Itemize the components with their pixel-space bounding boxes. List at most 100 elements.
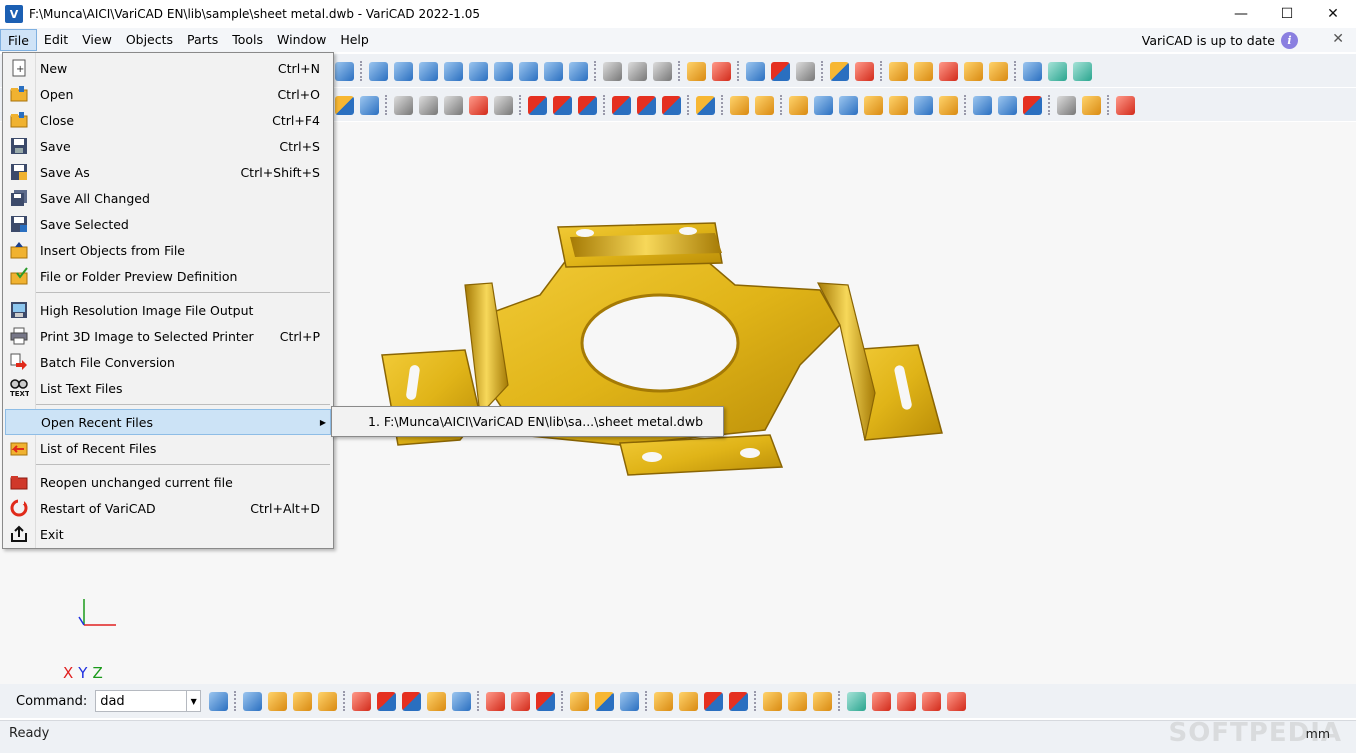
menu-item-insert-objects[interactable]: Insert Objects from File bbox=[5, 237, 331, 263]
chamfer-icon[interactable] bbox=[494, 95, 513, 115]
cut-remove-icon[interactable] bbox=[662, 95, 681, 115]
sheet-metal-part[interactable] bbox=[370, 215, 950, 480]
query-s2-icon[interactable] bbox=[939, 61, 958, 81]
move-solid-icon[interactable] bbox=[755, 95, 774, 115]
shell-icon[interactable] bbox=[360, 95, 379, 115]
layer-move-icon[interactable] bbox=[536, 691, 556, 711]
command-dropdown-icon[interactable]: ▼ bbox=[187, 690, 202, 712]
menu-parts[interactable]: Parts bbox=[180, 29, 225, 51]
group-icon[interactable] bbox=[763, 691, 783, 711]
bolt-icon[interactable] bbox=[444, 95, 463, 115]
undo-transform-icon[interactable] bbox=[914, 95, 933, 115]
menu-item-open[interactable]: Open Ctrl+O bbox=[5, 81, 331, 107]
menu-objects[interactable]: Objects bbox=[119, 29, 180, 51]
redo-icon[interactable] bbox=[335, 61, 354, 81]
menu-file[interactable]: File bbox=[0, 29, 37, 51]
menu-item-reopen[interactable]: Reopen unchanged current file bbox=[5, 469, 331, 495]
layer-icon[interactable] bbox=[486, 691, 506, 711]
prism-solid-icon[interactable] bbox=[419, 61, 438, 81]
import-icon[interactable] bbox=[654, 691, 674, 711]
group-remove-icon[interactable] bbox=[813, 691, 833, 711]
query-j-icon[interactable] bbox=[964, 61, 983, 81]
export-solid-icon[interactable] bbox=[679, 691, 699, 711]
menu-item-open-recent[interactable]: Open Recent Files ▶ bbox=[5, 409, 331, 435]
solid-view-icon[interactable] bbox=[243, 691, 263, 711]
text-3d-icon[interactable] bbox=[318, 691, 338, 711]
reposition-icon[interactable] bbox=[1082, 95, 1101, 115]
mirror-solid-icon[interactable] bbox=[889, 95, 908, 115]
display-icon[interactable] bbox=[1023, 61, 1042, 81]
multiple-copy-icon[interactable] bbox=[796, 61, 815, 81]
group-add-icon[interactable] bbox=[788, 691, 808, 711]
thread-icon[interactable] bbox=[603, 61, 622, 81]
menu-item-save-as[interactable]: Save As Ctrl+Shift+S bbox=[5, 159, 331, 185]
sphere-solid-icon[interactable] bbox=[569, 61, 588, 81]
cut-subtract-icon[interactable] bbox=[637, 95, 656, 115]
copy-transform-icon[interactable] bbox=[771, 61, 790, 81]
menu-item-exit[interactable]: Exit bbox=[5, 521, 331, 547]
assembly-tree-icon[interactable] bbox=[377, 691, 397, 711]
units-indicator[interactable]: mm bbox=[1306, 726, 1330, 741]
material-icon[interactable] bbox=[989, 61, 1008, 81]
open-folder-icon[interactable] bbox=[570, 691, 590, 711]
edit-shape-icon[interactable] bbox=[789, 95, 808, 115]
menu-window[interactable]: Window bbox=[270, 29, 333, 51]
menu-edit[interactable]: Edit bbox=[37, 29, 75, 51]
maximize-button[interactable]: ☐ bbox=[1264, 0, 1310, 28]
export-icon[interactable] bbox=[209, 691, 229, 711]
box-solid-icon[interactable] bbox=[369, 61, 388, 81]
rotate-icon[interactable] bbox=[839, 95, 858, 115]
part-list-icon[interactable] bbox=[1116, 95, 1135, 115]
spring-icon[interactable] bbox=[653, 61, 672, 81]
remove-solid-icon[interactable] bbox=[578, 95, 597, 115]
menu-item-list-recent[interactable]: List of Recent Files bbox=[5, 435, 331, 461]
close-window-button[interactable]: ✕ bbox=[1310, 0, 1356, 28]
bent-tube-icon[interactable] bbox=[544, 61, 563, 81]
transform-icon[interactable] bbox=[746, 61, 765, 81]
query-s-icon[interactable] bbox=[914, 61, 933, 81]
check-icon[interactable] bbox=[847, 691, 867, 711]
query-v-icon[interactable] bbox=[889, 61, 908, 81]
cube-view-icon[interactable] bbox=[1057, 95, 1076, 115]
subtract-solid-icon[interactable] bbox=[553, 95, 572, 115]
position-icon[interactable] bbox=[814, 95, 833, 115]
menu-item-save-selected[interactable]: Save Selected bbox=[5, 211, 331, 237]
zoom-all-icon[interactable] bbox=[1073, 61, 1092, 81]
menu-item-print-3d[interactable]: Print 3D Image to Selected Printer Ctrl+… bbox=[5, 323, 331, 349]
menu-item-close[interactable]: Close Ctrl+F4 bbox=[5, 107, 331, 133]
cancel-check-icon[interactable] bbox=[872, 691, 892, 711]
delete-solid-icon[interactable] bbox=[704, 691, 724, 711]
edit-solid-icon[interactable] bbox=[730, 95, 749, 115]
menu-view[interactable]: View bbox=[75, 29, 119, 51]
axis-align-icon[interactable] bbox=[973, 95, 992, 115]
menu-item-new[interactable]: + New Ctrl+N bbox=[5, 55, 331, 81]
blend-icon[interactable] bbox=[855, 61, 874, 81]
menu-help[interactable]: Help bbox=[333, 29, 376, 51]
minimize-button[interactable]: — bbox=[1218, 0, 1264, 28]
menu-tools[interactable]: Tools bbox=[225, 29, 270, 51]
extrude-icon[interactable] bbox=[687, 61, 706, 81]
menu-item-restart[interactable]: Restart of VariCAD Ctrl+Alt+D bbox=[5, 495, 331, 521]
swap-axis-icon[interactable] bbox=[1023, 95, 1042, 115]
cut-add-icon[interactable] bbox=[612, 95, 631, 115]
add-solid-icon[interactable] bbox=[528, 95, 547, 115]
menu-item-preview-definition[interactable]: File or Folder Preview Definition bbox=[5, 263, 331, 289]
target-icon[interactable] bbox=[620, 691, 640, 711]
tube-solid-icon[interactable] bbox=[469, 61, 488, 81]
folder-tree-icon[interactable] bbox=[427, 691, 447, 711]
drill-icon[interactable] bbox=[394, 95, 413, 115]
table-icon[interactable] bbox=[352, 691, 372, 711]
cancel-icon[interactable] bbox=[897, 691, 917, 711]
query-solid-icon[interactable] bbox=[939, 95, 958, 115]
truncated-cone-icon[interactable] bbox=[494, 61, 513, 81]
hatch-icon[interactable] bbox=[595, 691, 615, 711]
palette-icon[interactable] bbox=[335, 95, 354, 115]
menu-item-list-text-files[interactable]: TEXT List Text Files bbox=[5, 375, 331, 401]
mirror-icon[interactable] bbox=[712, 61, 731, 81]
menu-item-save-all-changed[interactable]: Save All Changed bbox=[5, 185, 331, 211]
close-document-button[interactable]: ✕ bbox=[1332, 31, 1344, 47]
cylinder-solid-icon[interactable] bbox=[394, 61, 413, 81]
cone-solid-icon[interactable] bbox=[444, 61, 463, 81]
zoom-previous-icon[interactable] bbox=[1048, 61, 1067, 81]
layer-list-icon[interactable] bbox=[511, 691, 531, 711]
